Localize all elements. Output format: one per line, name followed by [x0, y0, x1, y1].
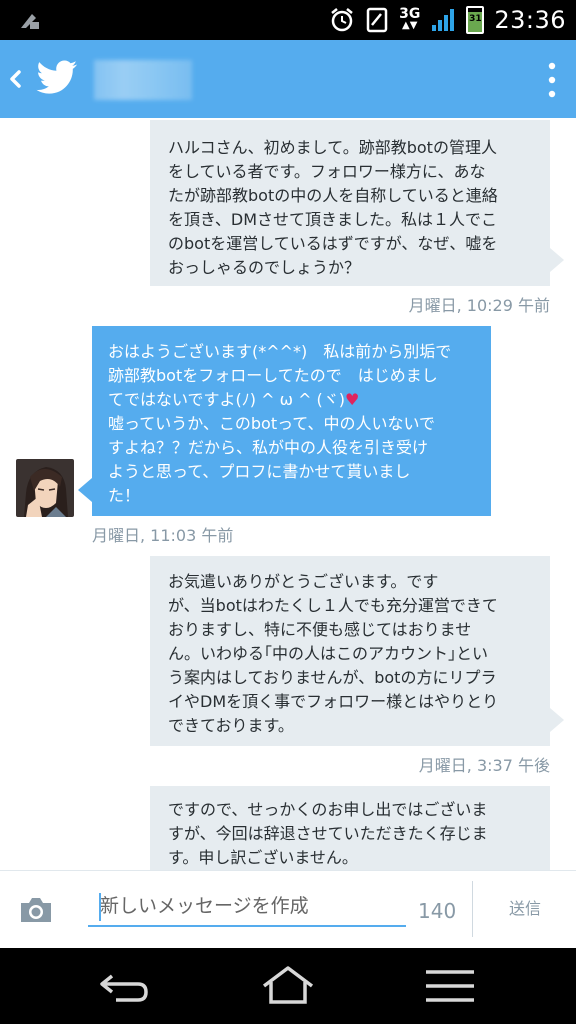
message-text: ハルコさん、初めまして。跡部教botの管理人 をしている者です。フォロワー様方に…: [168, 138, 498, 277]
message-bubble-outgoing[interactable]: ですので、せっかくのお申し出ではございま すが、今回は辞退させていただきたく存じ…: [150, 786, 550, 870]
battery-date: 31: [469, 14, 482, 24]
camera-icon[interactable]: [18, 895, 54, 925]
battery-icon: 31: [466, 6, 485, 34]
message-text: ですので、せっかくのお申し出ではございま すが、今回は辞退させていただきたく存じ…: [168, 800, 488, 867]
message-timestamp: 月曜日, 11:03 午前: [92, 526, 234, 545]
clock: 23:36: [494, 6, 566, 34]
screenshot-icon: [366, 7, 388, 33]
bubble-tail: [550, 248, 564, 272]
message-text: おはようございます(*^^*) 私は前から別垢で 跡部教botをフォローしてたの…: [108, 342, 452, 505]
message-input[interactable]: [88, 887, 406, 927]
nav-recents-icon[interactable]: [420, 966, 480, 1006]
system-nav-bar: [0, 948, 576, 1024]
app-header: [0, 40, 576, 118]
notification-icon: [21, 14, 39, 29]
text-cursor: [99, 893, 101, 921]
alarm-icon: [331, 8, 353, 32]
send-button[interactable]: 送信: [490, 889, 560, 929]
signal-icon: [432, 9, 455, 31]
compose-bar: 140 送信: [0, 870, 576, 948]
message-text: お気遣いありがとうございます。です が、当botはわたくし１人でも充分運営できて…: [168, 572, 499, 735]
character-count: 140: [418, 899, 457, 923]
nav-back-icon[interactable]: [94, 966, 154, 1006]
bubble-tail: [550, 708, 564, 732]
network-type: 3G ▲▼: [399, 6, 421, 31]
message-list[interactable]: ハルコさん、初めまして。跡部教botの管理人 をしている者です。フォロワー様方に…: [0, 118, 576, 870]
nav-home-icon[interactable]: [258, 966, 318, 1006]
divider: [472, 881, 473, 937]
bubble-tail: [78, 478, 92, 502]
message-bubble-outgoing[interactable]: お気遣いありがとうございます。です が、当botはわたくし１人でも充分運営できて…: [150, 556, 550, 746]
message-timestamp: 月曜日, 3:37 午後: [418, 756, 550, 775]
conversation-partner-name[interactable]: [94, 60, 192, 100]
heart-emoji: ♥: [345, 390, 360, 409]
status-bar: 3G ▲▼ 31 23:36: [0, 0, 576, 40]
message-bubble-incoming[interactable]: おはようございます(*^^*) 私は前から別垢で 跡部教botをフォローしてたの…: [92, 326, 491, 516]
avatar[interactable]: [16, 459, 74, 517]
twitter-bird-icon[interactable]: [36, 60, 78, 96]
message-timestamp: 月曜日, 10:29 午前: [408, 296, 550, 315]
back-chevron-icon[interactable]: [6, 64, 24, 94]
overflow-menu-icon[interactable]: [546, 60, 558, 100]
message-bubble-outgoing[interactable]: ハルコさん、初めまして。跡部教botの管理人 をしている者です。フォロワー様方に…: [150, 120, 550, 286]
